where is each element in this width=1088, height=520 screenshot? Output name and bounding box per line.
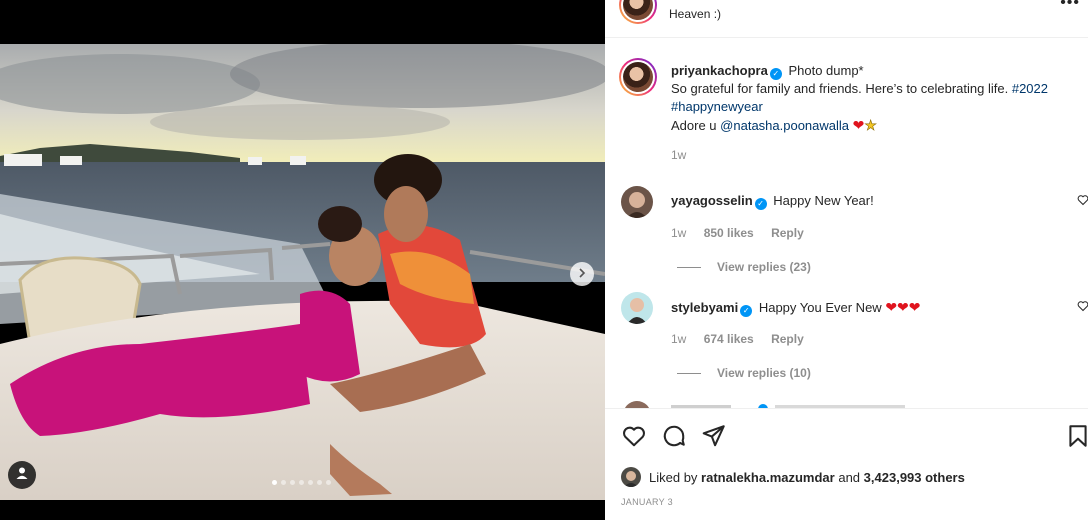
hashtag-link[interactable]: #happynewyear (671, 99, 763, 114)
comment-likes[interactable]: 850 likes (704, 226, 754, 240)
likes-prefix: Liked by (649, 469, 698, 485)
comment-body: stylebyami ✓ Happy You Ever New ❤❤❤ (671, 298, 921, 317)
liker-username[interactable]: ratnalekha.mazumdar (701, 470, 835, 485)
comment-like-heart-icon[interactable] (1077, 300, 1088, 315)
caption-line-2: So grateful for family and friends. Here… (671, 81, 1009, 96)
caption-timestamp[interactable]: 1w (671, 148, 686, 162)
carousel-dot (290, 480, 295, 485)
caption-line-3: Adore u (671, 118, 717, 133)
comment-meta: 1w 850 likes Reply (671, 226, 804, 240)
post-details-panel: Heaven :) ••• priyankachopra ✓ Photo dump… (605, 0, 1088, 520)
likes-others-count[interactable]: 3,423,993 others (864, 470, 965, 485)
author-avatar[interactable] (619, 0, 657, 24)
post-date[interactable]: JANUARY 3 (621, 497, 673, 507)
bookmark-icon[interactable] (1065, 423, 1088, 449)
carousel-dot (272, 480, 277, 485)
carousel-indicator (272, 480, 331, 485)
hashtag-link[interactable]: #2022 (1012, 81, 1048, 96)
carousel-dot (299, 480, 304, 485)
comment-item: yayagosselin ✓ Happy New Year! 1w 850 lik… (619, 186, 1088, 286)
comment-time[interactable]: 1w (671, 226, 686, 240)
commenter-avatar[interactable] (621, 186, 653, 218)
verified-badge-icon: ✓ (769, 68, 782, 80)
share-icon[interactable] (701, 423, 727, 449)
comment-text: Happy You Ever New (758, 300, 882, 315)
post-photo-image (0, 44, 605, 500)
likes-conjunction: and (838, 469, 861, 485)
more-options-icon[interactable]: ••• (1060, 0, 1080, 12)
reply-button[interactable]: Reply (771, 226, 804, 240)
comment-username[interactable]: yayagosselin (671, 193, 753, 208)
comment-item: stylebyami ✓ Happy You Ever New ❤❤❤ 1w 67… (619, 292, 1088, 392)
reply-button[interactable]: Reply (771, 332, 804, 346)
comment-meta: 1w 674 likes Reply (671, 332, 804, 346)
tagged-users-button[interactable] (8, 461, 36, 489)
commenter-avatar[interactable] (621, 292, 653, 324)
heart-icon[interactable] (621, 423, 647, 449)
verified-badge-icon: ✓ (754, 198, 767, 210)
comment-like-heart-icon[interactable] (1077, 194, 1088, 209)
user-tag-icon (15, 466, 29, 485)
media-column (0, 0, 605, 520)
caption-avatar[interactable] (619, 58, 657, 96)
post-photo[interactable] (0, 44, 605, 500)
mention-link[interactable]: @natasha.poonawalla (720, 118, 849, 133)
carousel-dot (317, 480, 322, 485)
comment-body: yayagosselin ✓ Happy New Year! (671, 192, 874, 210)
post-actions-bar: Liked by ratnalekha.mazumdar and 3,423,9… (605, 408, 1088, 520)
view-replies-button[interactable]: View replies (23) (677, 260, 811, 274)
comment-likes[interactable]: 674 likes (704, 332, 754, 346)
post-location[interactable]: Heaven :) (669, 7, 721, 21)
comment-username[interactable]: stylebyami (671, 300, 738, 315)
caption-username[interactable]: priyankachopra (671, 63, 768, 78)
likes-summary: Liked by ratnalekha.mazumdar and 3,423,9… (621, 467, 965, 487)
comment-time[interactable]: 1w (671, 332, 686, 346)
carousel-next-button[interactable] (570, 262, 594, 286)
view-replies-label: View replies (23) (717, 260, 811, 274)
comment-icon[interactable] (661, 423, 687, 449)
post-header: Heaven :) ••• (605, 0, 1088, 38)
view-replies-button[interactable]: View replies (10) (677, 366, 811, 380)
verified-badge-icon: ✓ (740, 305, 753, 317)
carousel-dot (281, 480, 286, 485)
heart-emoji: ❤ (852, 117, 865, 133)
caption-text: priyankachopra ✓ Photo dump* So grateful … (671, 62, 1081, 135)
star-emoji: ★ (864, 117, 877, 134)
comment-text: Happy New Year! (773, 193, 874, 208)
heart-emoji: ❤❤❤ (885, 299, 921, 315)
liker-avatar[interactable] (621, 467, 641, 487)
view-replies-label: View replies (10) (717, 366, 811, 380)
caption-line-1: Photo dump* (788, 63, 864, 78)
carousel-dot (326, 480, 331, 485)
chevron-right-icon (577, 265, 587, 283)
carousel-dot (308, 480, 313, 485)
